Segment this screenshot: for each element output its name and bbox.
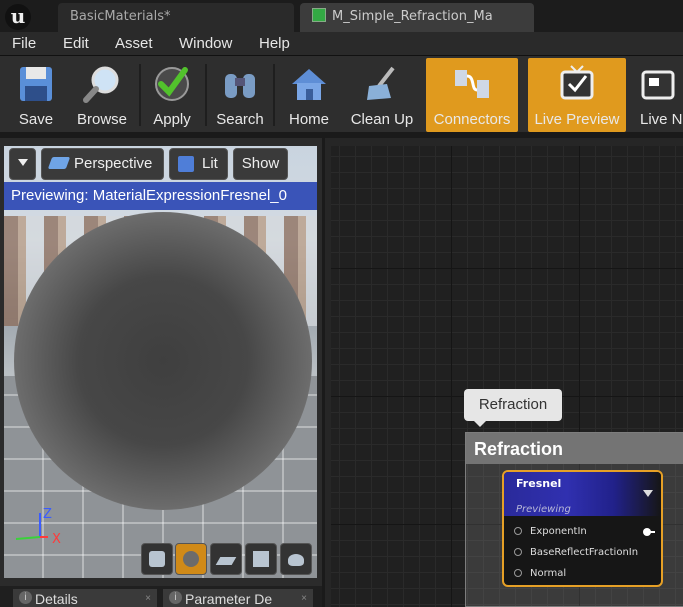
menu-edit[interactable]: Edit <box>63 35 89 52</box>
search-button[interactable]: Search <box>211 58 269 132</box>
previewing-banner: Previewing: MaterialExpressionFresnel_0 <box>4 182 317 210</box>
preview-plane-button[interactable] <box>210 543 242 575</box>
title-bar: u BasicMaterials* M_Simple_Refraction_Ma <box>0 0 683 32</box>
pin-label: BaseReflectFractionIn <box>530 547 639 558</box>
connectors-label: Connectors <box>433 111 511 128</box>
tab-label: M_Simple_Refraction_Ma <box>332 9 493 24</box>
axis-z-label: Z <box>43 507 52 522</box>
tv-node-icon <box>641 70 675 100</box>
tab-parameter-defaults[interactable]: i Parameter De × <box>163 589 313 607</box>
plane-icon <box>215 557 237 565</box>
preview-cylinder-button[interactable] <box>141 543 173 575</box>
node-collapse-icon[interactable] <box>643 490 653 497</box>
axis-gizmo: Z X <box>15 507 61 547</box>
live-nodes-label: Live N <box>640 111 683 128</box>
save-label: Save <box>18 111 54 128</box>
menu-file[interactable]: File <box>12 35 36 52</box>
clean-up-label: Clean Up <box>350 111 414 128</box>
tab-details[interactable]: i Details × <box>13 589 157 607</box>
pin-normal[interactable]: Normal <box>514 568 566 579</box>
comment-bubble[interactable]: Refraction <box>464 389 562 427</box>
output-pin-icon[interactable] <box>643 528 655 536</box>
info-icon: i <box>19 591 32 604</box>
lit-label: Lit <box>202 155 218 172</box>
home-button[interactable]: Home <box>280 58 338 132</box>
lit-button[interactable]: Lit <box>169 148 228 180</box>
preview-sphere <box>14 212 312 510</box>
menu-window[interactable]: Window <box>179 35 232 52</box>
preview-sphere-button[interactable] <box>175 543 207 575</box>
apply-label: Apply <box>153 111 191 128</box>
comment-title: Refraction <box>474 439 564 459</box>
previewing-text: Previewing: MaterialExpressionFresnel_0 <box>11 187 287 204</box>
close-icon[interactable]: × <box>301 589 307 607</box>
toolbar-separator <box>205 64 207 126</box>
connectors-button[interactable]: Connectors <box>426 58 518 132</box>
tab-parameter-label: Parameter De <box>185 591 273 607</box>
toolbar: Save Browse Apply Search Home Clean Up C… <box>0 56 683 134</box>
teapot-icon <box>288 554 304 566</box>
connectors-icon <box>455 70 489 98</box>
menu-bar: File Edit Asset Window Help <box>0 32 683 56</box>
menu-asset[interactable]: Asset <box>115 35 153 52</box>
axis-x-label: X <box>52 532 61 547</box>
search-label: Search <box>216 111 264 128</box>
tab-details-label: Details <box>35 591 78 607</box>
node-header: Fresnel Previewing <box>504 472 661 516</box>
broom-icon <box>367 66 395 100</box>
input-pin-icon[interactable] <box>514 548 522 556</box>
input-pin-icon[interactable] <box>514 569 522 577</box>
node-subtitle: Previewing <box>516 504 571 515</box>
menu-help[interactable]: Help <box>259 35 290 52</box>
comment-bubble-text: Refraction <box>478 396 548 413</box>
info-icon: i <box>169 591 182 604</box>
clean-up-button[interactable]: Clean Up <box>344 58 420 132</box>
browse-button[interactable]: Browse <box>70 58 134 132</box>
tab-material-editor[interactable]: M_Simple_Refraction_Ma <box>300 3 534 32</box>
save-button[interactable]: Save <box>6 58 66 132</box>
browse-label: Browse <box>76 111 128 128</box>
preview-teapot-button[interactable] <box>280 543 312 575</box>
toolbar-separator <box>139 64 141 126</box>
perspective-button[interactable]: Perspective <box>41 148 164 180</box>
tab-label: BasicMaterials* <box>70 9 171 24</box>
live-preview-label: Live Preview <box>534 111 620 128</box>
input-pin-icon[interactable] <box>514 527 522 535</box>
pin-label: Normal <box>530 568 567 579</box>
cylinder-icon <box>149 551 165 567</box>
live-nodes-button[interactable]: Live N <box>634 58 683 132</box>
house-icon <box>292 69 326 100</box>
show-label: Show <box>241 155 280 172</box>
show-button[interactable]: Show <box>233 148 288 180</box>
viewport-options-dropdown[interactable] <box>9 148 36 180</box>
home-label: Home <box>288 111 329 128</box>
apply-button[interactable]: Apply <box>143 58 201 132</box>
floppy-disk-icon <box>20 67 52 101</box>
node-title: Fresnel <box>516 477 562 490</box>
toolbar-separator <box>273 64 275 126</box>
pin-base-reflect-fraction-in[interactable]: BaseReflectFractionIn <box>514 547 638 558</box>
live-preview-button[interactable]: Live Preview <box>528 58 626 132</box>
material-document-icon <box>312 8 326 22</box>
sphere-icon <box>183 551 199 567</box>
checkmark-icon <box>155 67 189 101</box>
tv-check-icon <box>560 65 594 100</box>
magnifier-icon <box>83 66 119 103</box>
pin-label: ExponentIn <box>530 526 587 537</box>
chevron-down-icon <box>17 159 28 166</box>
lit-cube-icon <box>178 156 194 172</box>
perspective-label: Perspective <box>74 155 153 172</box>
fresnel-node[interactable]: Fresnel Previewing ExponentIn BaseReflec… <box>502 470 663 587</box>
close-icon[interactable]: × <box>145 589 151 607</box>
pin-exponent-in[interactable]: ExponentIn <box>514 526 587 537</box>
tab-basic-materials[interactable]: BasicMaterials* <box>58 3 294 32</box>
binoculars-icon <box>225 74 255 98</box>
unreal-engine-logo-icon[interactable]: u <box>5 4 31 30</box>
comment-header[interactable]: Refraction <box>466 433 683 464</box>
perspective-cube-icon <box>47 157 71 169</box>
cube-icon <box>253 551 269 567</box>
preview-cube-button[interactable] <box>245 543 277 575</box>
